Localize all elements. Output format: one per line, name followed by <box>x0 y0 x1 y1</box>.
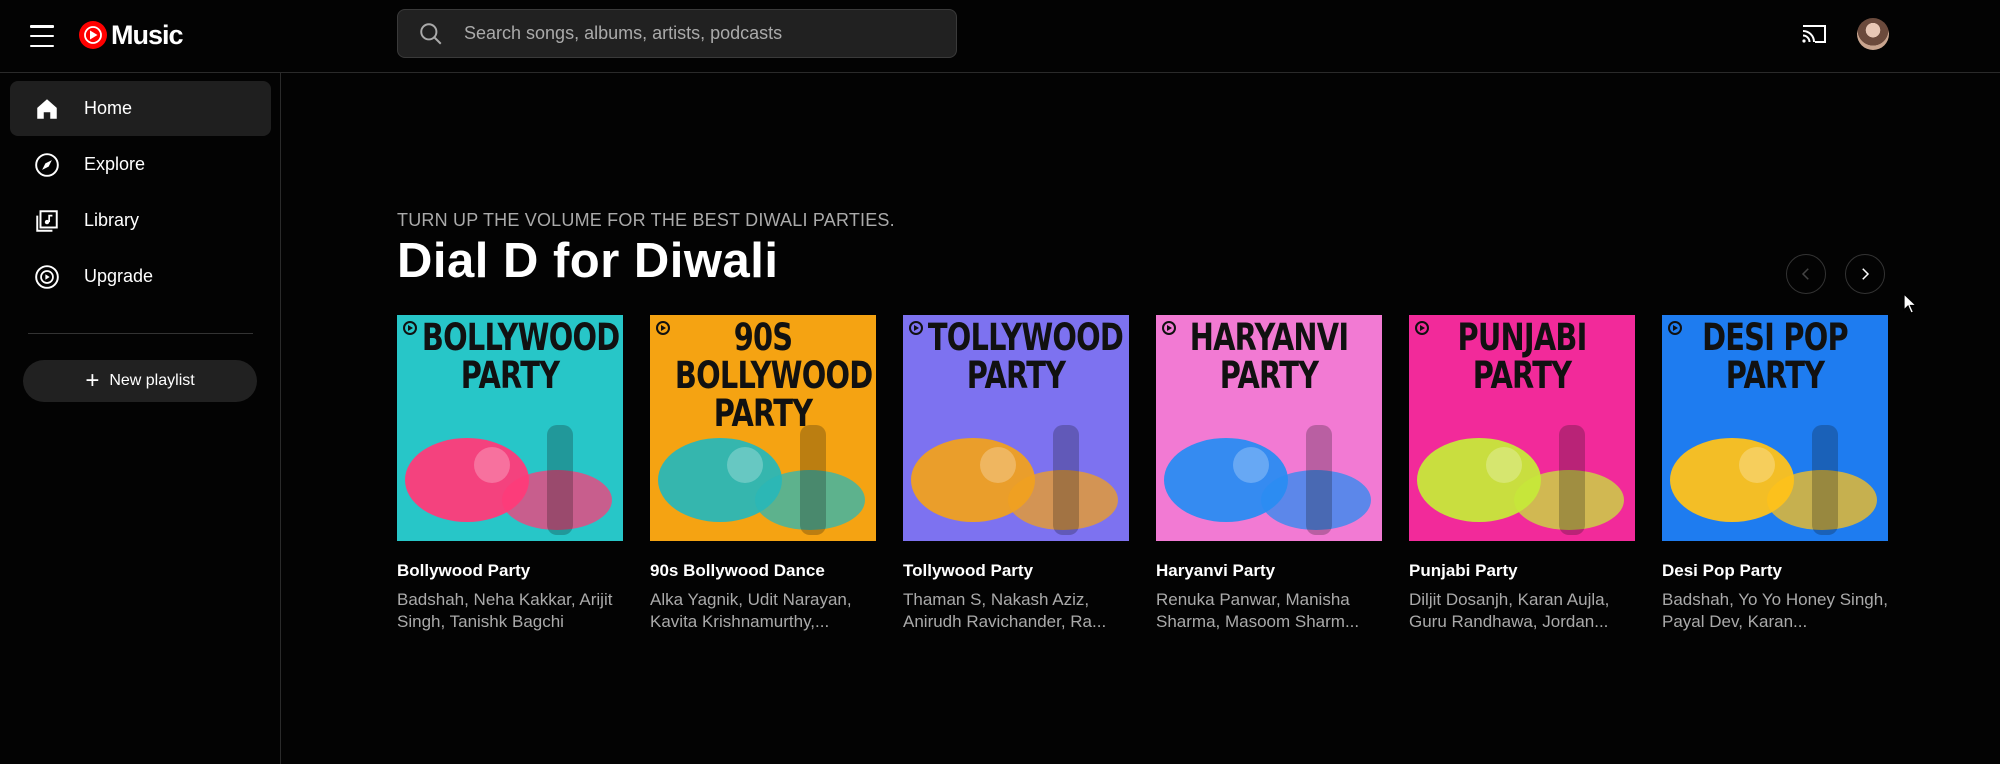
card-subtitle: Renuka Panwar, Manisha Sharma, Masoom Sh… <box>1156 590 1360 631</box>
sidebar-item-home[interactable]: Home <box>10 81 271 136</box>
chevron-right-icon <box>1862 268 1870 280</box>
carousel-previous-button[interactable] <box>1786 254 1826 294</box>
playlist-badge-icon <box>1162 321 1176 335</box>
compass-icon <box>35 152 59 177</box>
menu-icon[interactable] <box>28 22 56 50</box>
playlist-artwork[interactable]: PUNJABI PARTY <box>1409 315 1635 541</box>
playlist-card[interactable]: TOLLYWOOD PARTY Tollywood Party Thaman S… <box>903 315 1129 633</box>
playlist-card[interactable]: 90S BOLLYWOOD PARTY 90s Bollywood Dance … <box>650 315 876 633</box>
main-content: TURN UP THE VOLUME FOR THE BEST DIWALI P… <box>281 73 2000 764</box>
upgrade-icon <box>35 264 59 289</box>
logo-icon <box>79 21 107 49</box>
new-playlist-button[interactable]: + New playlist <box>23 360 257 402</box>
card-subtitle: Thaman S, Nakash Aziz, Anirudh Ravichand… <box>903 590 1107 631</box>
card-title[interactable]: Tollywood Party <box>903 561 1129 581</box>
card-subtitle: Alka Yagnik, Udit Narayan, Kavita Krishn… <box>650 590 852 631</box>
sidebar-item-label: Home <box>84 98 133 118</box>
artwork-title: BOLLYWOOD PARTY <box>421 316 620 397</box>
sidebar-item-label: Upgrade <box>84 266 154 286</box>
playlist-artwork[interactable]: DESI POP PARTY <box>1662 315 1888 541</box>
shelf-title[interactable]: Dial D for Diwali <box>397 233 779 289</box>
artwork-title: TOLLYWOOD PARTY <box>927 316 1124 397</box>
top-bar: Music <box>0 0 2000 73</box>
artwork-title: PUNJABI PARTY <box>1457 316 1587 397</box>
mouse-cursor-icon <box>1903 293 1918 314</box>
sidebar-divider <box>28 333 253 334</box>
search-input[interactable] <box>462 22 926 45</box>
card-subtitle: Badshah, Yo Yo Honey Singh, Payal Dev, K… <box>1662 590 1888 631</box>
carousel-next-button[interactable] <box>1845 254 1885 294</box>
search-bar[interactable] <box>397 9 957 58</box>
playlist-card[interactable]: BOLLYWOOD PARTY Bollywood Party Badshah,… <box>397 315 623 633</box>
playlist-artwork[interactable]: 90S BOLLYWOOD PARTY <box>650 315 876 541</box>
sidebar-item-upgrade[interactable]: Upgrade <box>10 249 271 304</box>
artwork-title: HARYANVI PARTY <box>1189 316 1349 397</box>
playlist-card[interactable]: DESI POP PARTY Desi Pop Party Badshah, Y… <box>1662 315 1888 633</box>
sidebar-item-library[interactable]: Library <box>10 193 271 248</box>
cast-icon[interactable] <box>1800 22 1828 46</box>
card-title[interactable]: Bollywood Party <box>397 561 623 581</box>
playlist-badge-icon <box>656 321 670 335</box>
youtube-music-logo[interactable]: Music <box>78 18 184 52</box>
card-subtitle: Diljit Dosanjh, Karan Aujla, Guru Randha… <box>1409 590 1610 631</box>
playlist-artwork[interactable]: TOLLYWOOD PARTY <box>903 315 1129 541</box>
home-icon <box>37 98 57 119</box>
playlist-badge-icon <box>1668 321 1682 335</box>
playlist-badge-icon <box>1415 321 1429 335</box>
sidebar-item-explore[interactable]: Explore <box>10 137 271 192</box>
sidebar: Home Explore Library Upgrade + New playl… <box>0 73 281 764</box>
card-title[interactable]: 90s Bollywood Dance <box>650 561 876 581</box>
card-title[interactable]: Punjabi Party <box>1409 561 1635 581</box>
card-title[interactable]: Haryanvi Party <box>1156 561 1382 581</box>
card-title[interactable]: Desi Pop Party <box>1662 561 1888 581</box>
playlist-badge-icon <box>403 321 417 335</box>
playlist-card[interactable]: PUNJABI PARTY Punjabi Party Diljit Dosan… <box>1409 315 1635 633</box>
card-subtitle: Badshah, Neha Kakkar, Arijit Singh, Tani… <box>397 590 613 631</box>
playlist-artwork[interactable]: BOLLYWOOD PARTY <box>397 315 623 541</box>
artwork-title: 90S BOLLYWOOD PARTY <box>674 316 873 435</box>
logo-text: Music <box>111 19 184 50</box>
playlist-artwork[interactable]: HARYANVI PARTY <box>1156 315 1382 541</box>
playlist-badge-icon <box>909 321 923 335</box>
library-icon <box>36 209 58 232</box>
shelf-strapline: TURN UP THE VOLUME FOR THE BEST DIWALI P… <box>397 210 895 230</box>
chevron-left-icon <box>1801 268 1809 280</box>
artwork-title: DESI POP PARTY <box>1702 316 1849 397</box>
playlist-card[interactable]: HARYANVI PARTY Haryanvi Party Renuka Pan… <box>1156 315 1382 633</box>
sidebar-item-label: Library <box>84 210 140 230</box>
new-playlist-label: New playlist <box>109 372 195 389</box>
search-icon[interactable] <box>418 21 444 47</box>
avatar[interactable] <box>1857 18 1889 50</box>
plus-icon: + <box>85 367 100 394</box>
sidebar-item-label: Explore <box>84 154 146 174</box>
